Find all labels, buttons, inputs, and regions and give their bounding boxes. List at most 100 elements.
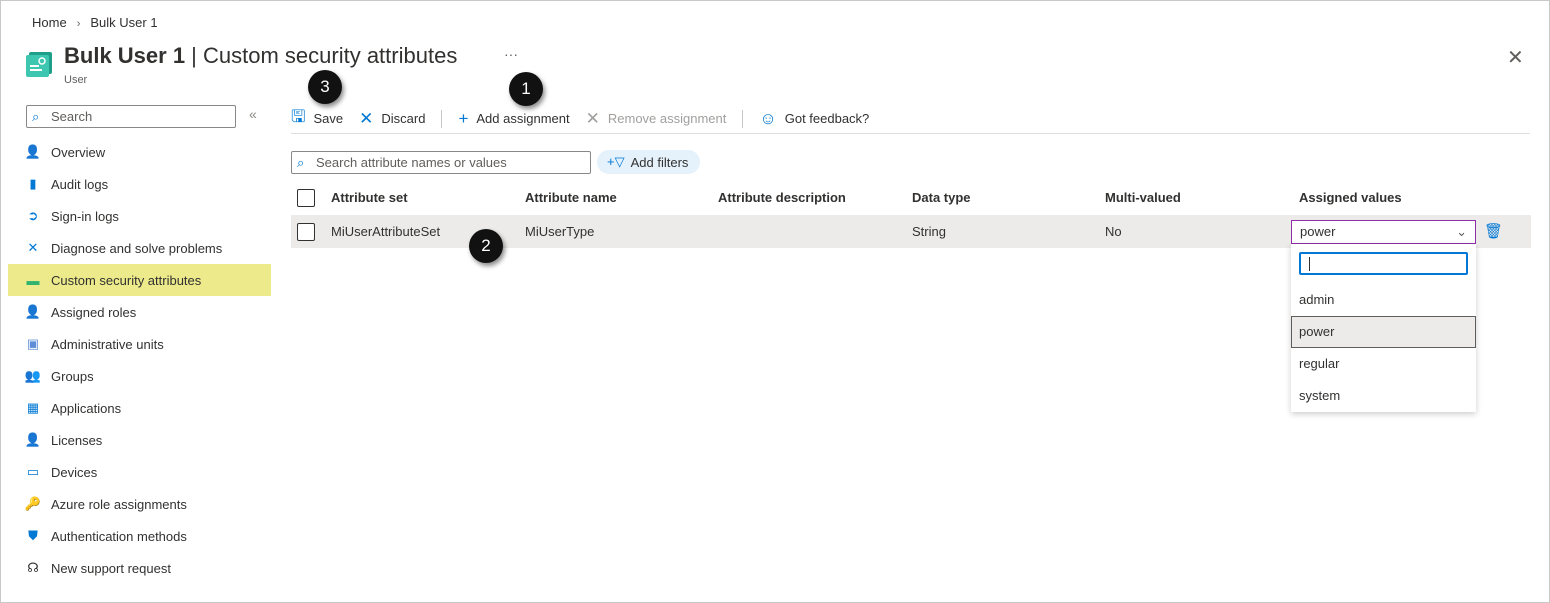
column-header-assigned-values[interactable]: Assigned values bbox=[1299, 190, 1402, 205]
more-options-icon[interactable]: ··· bbox=[504, 46, 518, 62]
column-header-data-type[interactable]: Data type bbox=[912, 190, 971, 205]
search-icon: ⌕ bbox=[297, 155, 305, 170]
assigned-roles-icon: 👤 bbox=[24, 304, 42, 319]
attribute-search-input[interactable]: ⌕ Search attribute names or values bbox=[291, 151, 591, 174]
administrative-units-icon: ▣ bbox=[26, 336, 40, 351]
sign-in-logs-icon: ➲ bbox=[27, 208, 39, 223]
callout-badge-1: 1 bbox=[509, 72, 543, 106]
groups-icon: 👥 bbox=[24, 368, 42, 383]
sidebar-item-label: Applications bbox=[51, 400, 122, 416]
plus-icon: + bbox=[458, 108, 469, 128]
sidebar-item-label: Sign-in logs bbox=[51, 208, 119, 224]
new-support-request-icon: ☊ bbox=[27, 560, 39, 575]
remove-assignment-button[interactable]: ✕ Remove assignment bbox=[586, 109, 727, 129]
azure-role-assignments-icon: 🔑 bbox=[24, 496, 42, 511]
column-header-attribute-description[interactable]: Attribute description bbox=[718, 190, 846, 205]
applications-icon: ▦ bbox=[26, 400, 40, 415]
sidebar-item-custom-security-attributes[interactable]: ▬ Custom security attributes bbox=[8, 264, 271, 296]
dropdown-search-input[interactable] bbox=[1299, 252, 1468, 275]
assigned-value: power bbox=[1300, 224, 1336, 239]
sidebar-item-overview[interactable]: 👤 Overview bbox=[8, 136, 271, 168]
custom-attributes-logo-icon bbox=[26, 52, 52, 78]
assigned-value-dropdown[interactable]: power ⌄ bbox=[1291, 220, 1476, 244]
discard-button[interactable]: ✕ Discard bbox=[359, 109, 425, 129]
dropdown-option-admin[interactable]: admin bbox=[1291, 284, 1476, 316]
feedback-icon: ☺ bbox=[759, 108, 777, 128]
diagnose-and-solve-problems-icon: ✕ bbox=[27, 240, 39, 255]
delete-icon[interactable]: 🗑 bbox=[1484, 222, 1503, 240]
sidebar-item-groups[interactable]: 👥 Groups bbox=[8, 360, 271, 392]
sidebar-item-administrative-units[interactable]: ▣ Administrative units bbox=[8, 328, 271, 360]
save-label: Save bbox=[313, 111, 344, 126]
audit-logs-icon: ▮ bbox=[29, 176, 37, 191]
add-assignment-button[interactable]: + Add assignment bbox=[458, 109, 569, 129]
row-checkbox[interactable] bbox=[297, 223, 315, 241]
sidebar-search-input[interactable]: ⌕ Search bbox=[26, 105, 236, 128]
filter-icon: +▽ bbox=[607, 154, 625, 169]
custom-security-attributes-icon: ▬ bbox=[26, 272, 40, 288]
dropdown-option-system[interactable]: system bbox=[1291, 380, 1476, 412]
licenses-icon: 👤 bbox=[24, 432, 42, 447]
discard-label: Discard bbox=[381, 111, 426, 126]
cell-multi-valued: No bbox=[1105, 224, 1122, 239]
sidebar-item-audit-logs[interactable]: ▮ Audit logs bbox=[8, 168, 271, 200]
feedback-button[interactable]: ☺ Got feedback? bbox=[759, 109, 869, 129]
sidebar-item-new-support-request[interactable]: ☊ New support request bbox=[8, 552, 271, 584]
sidebar-item-label: Custom security attributes bbox=[51, 272, 202, 288]
column-header-attribute-name[interactable]: Attribute name bbox=[525, 190, 617, 205]
sidebar-item-licenses[interactable]: 👤 Licenses bbox=[8, 424, 271, 456]
devices-icon: ▭ bbox=[26, 464, 40, 479]
sidebar-item-label: Overview bbox=[51, 144, 106, 160]
chevron-down-icon: ⌄ bbox=[1456, 224, 1467, 239]
sidebar-item-label: Authentication methods bbox=[51, 528, 187, 544]
save-icon: 🖫 bbox=[291, 107, 306, 126]
sidebar-item-label: Assigned roles bbox=[51, 304, 137, 320]
callout-badge-3: 3 bbox=[308, 70, 342, 104]
toolbar-divider bbox=[441, 109, 443, 128]
feedback-label: Got feedback? bbox=[784, 111, 870, 126]
sidebar-item-label: Administrative units bbox=[51, 336, 164, 352]
add-filters-button[interactable]: +▽ Add filters bbox=[597, 150, 701, 174]
text-cursor bbox=[1309, 257, 1310, 271]
breadcrumb-current[interactable]: Bulk User 1 bbox=[90, 15, 157, 30]
cell-attribute-set: MiUserAttributeSet bbox=[331, 224, 441, 239]
sidebar-nav: 👤 Overview ▮ Audit logs ➲ Sign-in logs ✕ Diagno… bbox=[8, 136, 271, 584]
cell-attribute-name: MiUserType bbox=[525, 224, 595, 239]
sidebar-item-azure-role-assignments[interactable]: 🔑 Azure role assignments bbox=[8, 488, 271, 520]
search-placeholder: Search bbox=[51, 109, 93, 124]
toolbar: 🖫 Save ✕ Discard + Add assignment ✕ Remove a… bbox=[291, 104, 1530, 134]
sidebar-item-devices[interactable]: ▭ Devices bbox=[8, 456, 271, 488]
column-header-attribute-set[interactable]: Attribute set bbox=[331, 190, 408, 205]
add-filters-label: Add filters bbox=[630, 154, 689, 170]
dropdown-option-power[interactable]: power bbox=[1291, 316, 1476, 348]
select-all-checkbox[interactable] bbox=[297, 189, 315, 207]
sidebar-item-label: Licenses bbox=[51, 432, 103, 448]
sidebar-item-label: Groups bbox=[51, 368, 94, 384]
close-icon[interactable]: ✕ bbox=[1507, 45, 1524, 70]
sidebar-item-sign-in-logs[interactable]: ➲ Sign-in logs bbox=[8, 200, 271, 232]
page-title: Bulk User 1 | Custom security attributes bbox=[64, 43, 457, 69]
chevron-right-icon: › bbox=[76, 18, 81, 30]
sidebar-item-assigned-roles[interactable]: 👤 Assigned roles bbox=[8, 296, 271, 328]
sidebar-item-label: Azure role assignments bbox=[51, 496, 187, 512]
sidebar-item-label: Diagnose and solve problems bbox=[51, 240, 223, 256]
sidebar-item-label: Audit logs bbox=[51, 176, 109, 192]
page-title-user: Bulk User 1 bbox=[64, 43, 186, 68]
dropdown-option-regular[interactable]: regular bbox=[1291, 348, 1476, 380]
overview-icon: 👤 bbox=[24, 144, 42, 159]
remove-icon: ✕ bbox=[585, 108, 600, 128]
sidebar-item-diagnose-and-solve-problems[interactable]: ✕ Diagnose and solve problems bbox=[8, 232, 271, 264]
collapse-sidebar-icon[interactable]: « bbox=[249, 106, 257, 122]
sidebar-item-label: Devices bbox=[51, 464, 98, 480]
save-button[interactable]: 🖫 Save bbox=[291, 104, 343, 133]
cell-data-type: String bbox=[912, 224, 946, 239]
dropdown-menu: admin power regular system bbox=[1291, 244, 1476, 412]
page-subtitle: User bbox=[64, 74, 88, 86]
page-title-section: | Custom security attributes bbox=[185, 43, 458, 68]
breadcrumb-home[interactable]: Home bbox=[32, 15, 67, 30]
column-header-multi-valued[interactable]: Multi-valued bbox=[1105, 190, 1181, 205]
discard-icon: ✕ bbox=[359, 108, 374, 128]
remove-assignment-label: Remove assignment bbox=[607, 111, 727, 126]
sidebar-item-applications[interactable]: ▦ Applications bbox=[8, 392, 271, 424]
sidebar-item-authentication-methods[interactable]: ⛊ Authentication methods bbox=[8, 520, 271, 552]
